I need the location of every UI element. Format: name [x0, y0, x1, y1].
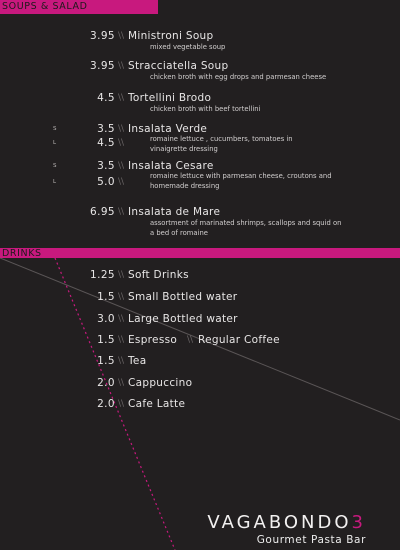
item-price: 2.0: [97, 377, 115, 389]
item-description: romaine lettuce with parmesan cheese, cr…: [150, 172, 332, 190]
item-description: chicken broth with egg drops and parmesa…: [150, 73, 327, 81]
item-name: Small Bottled water: [128, 291, 238, 303]
item-price: 6.95: [90, 206, 115, 218]
item-name: Insalata Cesare: [128, 160, 214, 172]
separator: \\: [118, 356, 125, 366]
separator: \\: [118, 138, 125, 148]
separator: \\: [187, 335, 194, 345]
item-name: Tea: [128, 355, 147, 367]
separator: \\: [118, 31, 125, 41]
separator: \\: [118, 270, 125, 280]
separator: \\: [118, 93, 125, 103]
item-description: mixed vegetable soup: [150, 43, 226, 51]
separator: \\: [118, 378, 125, 388]
size-small-label: S: [53, 126, 57, 132]
item-description: chicken broth with beef tortellini: [150, 105, 261, 113]
item-name: Soft Drinks: [128, 269, 189, 281]
item-price: 3.95: [90, 30, 115, 42]
item-name: Insalata Verde: [128, 123, 208, 135]
item-price: 1.5: [97, 334, 115, 346]
drinks-band: DRINKS: [0, 248, 400, 259]
separator: \\: [118, 314, 125, 324]
size-large-label: L: [53, 179, 57, 185]
item-price-large: 5.0: [97, 176, 115, 188]
soups-salad-heading: SOUPS & SALAD: [2, 1, 88, 12]
separator: \\: [118, 161, 125, 171]
item-price: 4.5: [97, 92, 115, 104]
separator: \\: [118, 177, 125, 187]
item-name: Cafe Latte: [128, 398, 186, 410]
brand-logo: VAGABONDO3: [207, 512, 366, 533]
item-name: Ministroni Soup: [128, 30, 214, 42]
item-name: Espresso: [128, 334, 178, 346]
item-name: Stracciatella Soup: [128, 60, 229, 72]
item-price: 3.0: [97, 313, 115, 325]
brand-name-number: 3: [351, 512, 366, 533]
item-description: assortment of marinated shrimps, scallop…: [150, 219, 342, 237]
item-price: 3.95: [90, 60, 115, 72]
item-name: Insalata de Mare: [128, 206, 221, 218]
size-small-label: S: [53, 163, 57, 169]
brand-name-part-b: BONDO: [268, 512, 352, 533]
item-price: 1.5: [97, 291, 115, 303]
item-price-large: 4.5: [97, 137, 115, 149]
separator: \\: [118, 61, 125, 71]
drinks-heading: DRINKS: [2, 248, 42, 259]
separator: \\: [118, 207, 125, 217]
size-large-label: L: [53, 140, 57, 146]
item-price: 1.5: [97, 355, 115, 367]
item-price-small: 3.5: [97, 123, 115, 135]
item-name: Cappuccino: [128, 377, 193, 389]
item-price-small: 3.5: [97, 160, 115, 172]
item-price: 2.0: [97, 398, 115, 410]
item-name: Large Bottled water: [128, 313, 238, 325]
separator: \\: [118, 335, 125, 345]
separator: \\: [118, 124, 125, 134]
brand-tagline: Gourmet Pasta Bar: [256, 534, 366, 546]
item-description: romaine lettuce , cucumbers, tomatoes in…: [150, 135, 293, 153]
separator: \\: [118, 292, 125, 302]
item-name: Tortellini Brodo: [128, 92, 212, 104]
decorative-lines: [0, 257, 400, 550]
menu-page: SOUPS & SALAD DRINKS 3.95 \\ Ministroni …: [0, 0, 400, 550]
brand-name-part-a: VAGA: [207, 512, 269, 533]
item-price: 1.25: [90, 269, 115, 281]
soups-salad-band: SOUPS & SALAD: [0, 0, 158, 14]
item-name-alt: Regular Coffee: [198, 334, 280, 346]
separator: \\: [118, 399, 125, 409]
